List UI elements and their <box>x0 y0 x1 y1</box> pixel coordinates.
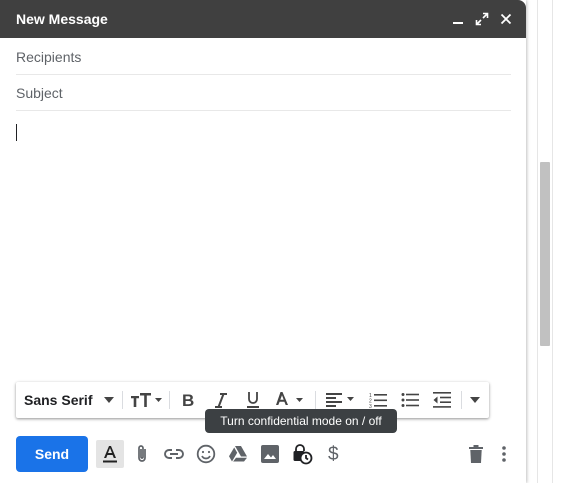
toolbar-divider <box>122 391 123 409</box>
minimize-icon[interactable] <box>450 11 466 27</box>
bulleted-list-icon[interactable] <box>398 382 422 418</box>
font-family-select[interactable]: Sans Serif <box>24 392 92 408</box>
expand-icon[interactable] <box>474 11 490 27</box>
subject-placeholder: Subject <box>16 85 63 101</box>
toolbar-divider <box>169 391 170 409</box>
subject-field[interactable]: Subject <box>16 74 511 111</box>
compose-title: New Message <box>16 11 108 27</box>
message-body[interactable] <box>16 115 511 370</box>
bold-icon[interactable]: B <box>176 382 200 418</box>
recipients-field[interactable]: Recipients <box>16 38 511 75</box>
trash-icon[interactable] <box>462 440 490 468</box>
chevron-down-icon[interactable] <box>102 382 116 418</box>
svg-text:3: 3 <box>369 404 372 408</box>
page-scrollbar-thumb[interactable] <box>540 162 550 346</box>
confidential-mode-tooltip: Turn confidential mode on / off <box>205 409 397 433</box>
emoji-icon[interactable] <box>192 440 220 468</box>
link-icon[interactable] <box>160 440 188 468</box>
more-formatting-icon[interactable] <box>467 382 483 418</box>
more-options-icon[interactable] <box>490 440 518 468</box>
drive-icon[interactable] <box>224 440 252 468</box>
send-button[interactable]: Send <box>16 436 88 472</box>
svg-text:B: B <box>182 392 194 408</box>
photo-icon[interactable] <box>256 440 284 468</box>
toolbar-divider <box>315 391 316 409</box>
confidential-mode-icon[interactable] <box>288 440 316 468</box>
compose-window: New Message Recipients Subject Sans Seri… <box>0 0 526 483</box>
indent-less-icon[interactable] <box>430 382 454 418</box>
toolbar-divider <box>461 391 462 409</box>
dollar-icon[interactable]: $ <box>320 440 348 468</box>
attach-icon[interactable] <box>128 440 156 468</box>
font-size-icon[interactable] <box>128 382 164 418</box>
close-icon[interactable] <box>498 11 514 27</box>
svg-text:$: $ <box>328 444 339 464</box>
formatting-options-icon[interactable] <box>96 440 124 468</box>
compose-title-bar[interactable]: New Message <box>0 0 526 38</box>
recipients-placeholder: Recipients <box>16 49 82 65</box>
text-caret <box>16 124 17 141</box>
